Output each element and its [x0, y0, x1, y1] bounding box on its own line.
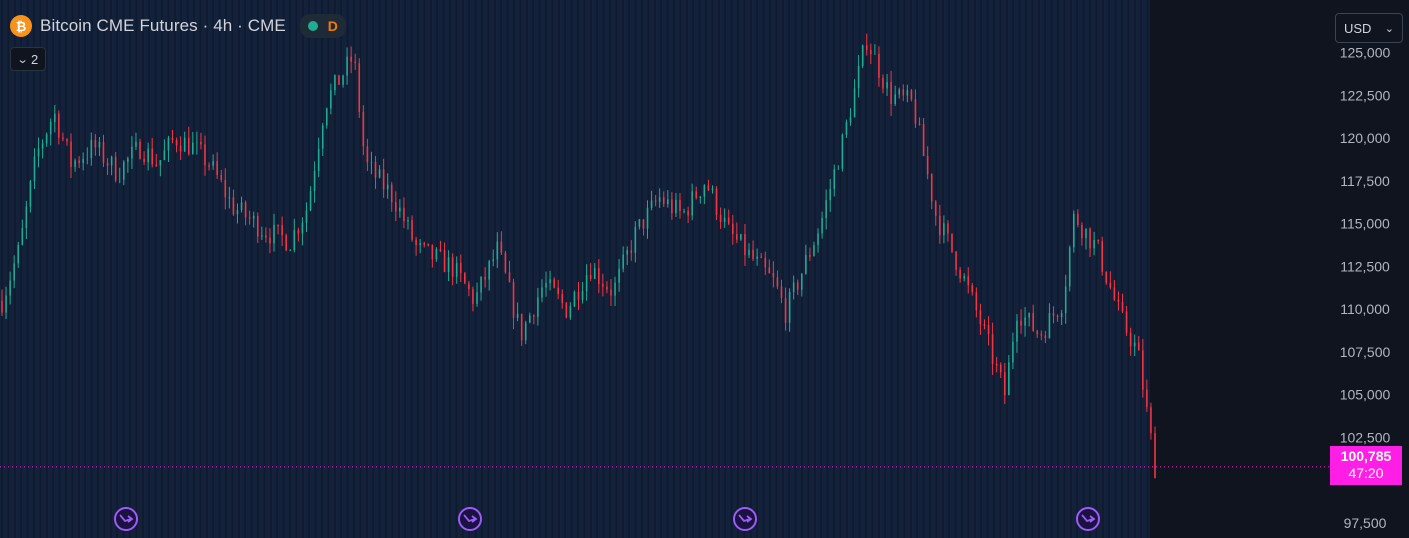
symbol-legend[interactable]: ₿ Bitcoin CME Futures · 4h · CME D: [10, 14, 346, 38]
dividend-arrow-icon[interactable]: [733, 507, 757, 531]
bitcoin-icon: ₿: [10, 15, 32, 37]
price-tick-label: 107,500: [1340, 344, 1391, 360]
dividend-arrow-icon[interactable]: [1076, 507, 1100, 531]
price-tick-label: 102,500: [1340, 429, 1391, 445]
dividend-arrow-icon[interactable]: [458, 507, 482, 531]
currency-label: USD: [1344, 20, 1372, 36]
price-tick-label: 105,000: [1340, 387, 1391, 403]
session-bands: [0, 0, 1150, 538]
dividend-arrow-icon[interactable]: [114, 507, 138, 531]
currency-selector[interactable]: USD ⌄: [1335, 13, 1403, 43]
price-tick-label: 110,000: [1340, 301, 1390, 317]
chevron-down-icon: ⌄: [16, 53, 29, 66]
indicators-collapse-button[interactable]: ⌄ 2: [10, 47, 46, 71]
chevron-down-icon: ⌄: [1384, 22, 1394, 35]
price-tick-label: 117,500: [1340, 173, 1390, 189]
chart-canvas[interactable]: 97,500 102,500 105,000 107,500 110,000 112,50…: [0, 0, 1409, 538]
delayed-data-badge: D: [327, 18, 338, 34]
last-price-tag: 100,785 47:20: [1330, 446, 1402, 485]
price-tick-label: 112,500: [1340, 258, 1390, 274]
price-tick-label: 120,000: [1340, 130, 1391, 146]
price-tick-label: 97,500: [1344, 515, 1387, 531]
market-open-dot-icon: [307, 21, 318, 31]
indicator-count: 2: [30, 51, 39, 67]
symbol-title[interactable]: Bitcoin CME Futures · 4h · CME: [40, 16, 286, 36]
last-price-value: 100,785: [1340, 448, 1392, 464]
price-tick-label: 115,000: [1340, 216, 1390, 232]
bar-countdown: 47:20: [1348, 465, 1384, 481]
market-status-badge[interactable]: D: [299, 14, 346, 38]
chart-area[interactable]: 97,500 102,500 105,000 107,500 110,000 112,50…: [0, 0, 1409, 538]
session-band-area: [0, 0, 1150, 538]
price-tick-label: 122,500: [1340, 87, 1391, 103]
price-tick-label: 125,000: [1340, 44, 1391, 60]
